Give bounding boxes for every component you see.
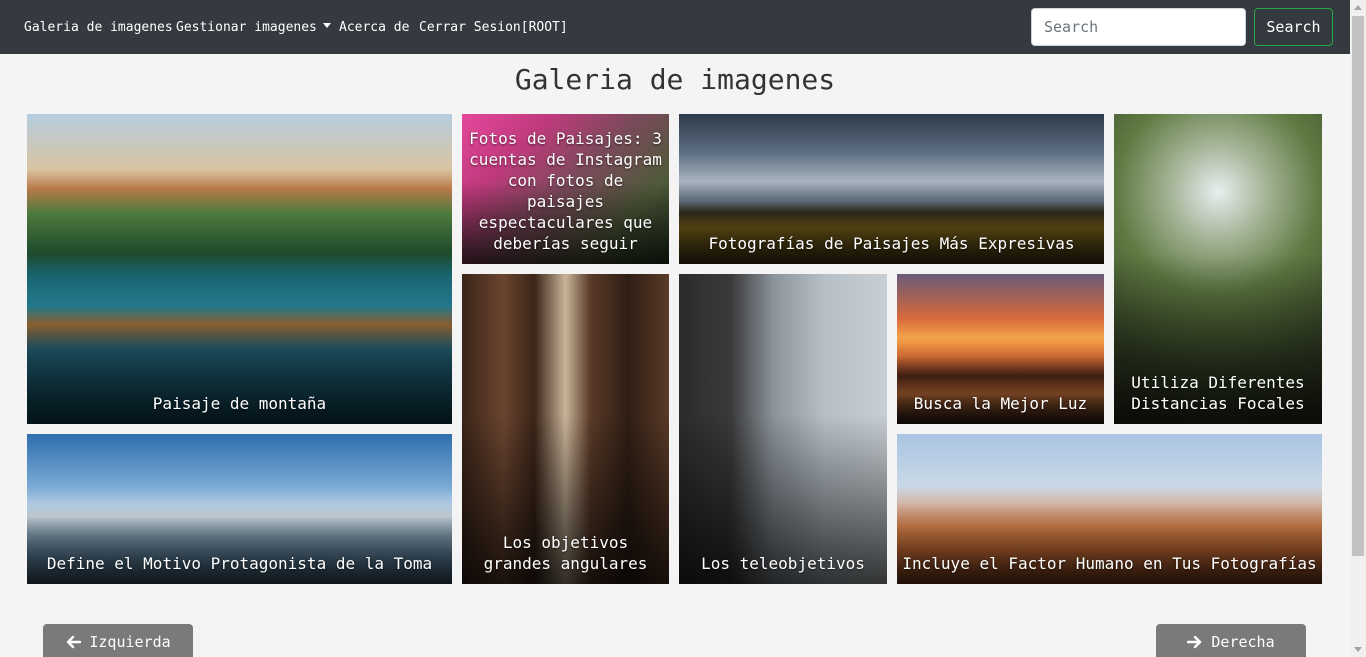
tile-caption: Define el Motivo Protagonista de la Toma <box>46 554 433 573</box>
tile-caption: Paisaje de montaña <box>152 394 327 413</box>
arrow-left-icon <box>67 635 82 649</box>
nav-link-cerrar-sesion[interactable]: Cerrar Sesion[ROOT] <box>419 19 568 37</box>
nav-dropdown-gestionar[interactable]: Gestionar imagenes <box>176 19 331 37</box>
gallery-tile[interactable]: Define el Motivo Protagonista de la Toma <box>27 434 452 584</box>
tile-caption: Los teleobjetivos <box>701 554 865 573</box>
search-input[interactable] <box>1031 8 1246 46</box>
next-button[interactable]: Derecha <box>1156 624 1306 657</box>
next-button-label: Derecha <box>1211 633 1275 651</box>
nav-dropdown-label: Gestionar imagenes <box>176 20 317 35</box>
scrollbar-thumb[interactable] <box>1352 16 1364 556</box>
previous-button[interactable]: Izquierda <box>43 624 193 657</box>
gallery-tile[interactable]: Los teleobjetivos <box>679 274 887 584</box>
nav-link-acerca[interactable]: Acerca de <box>339 19 409 37</box>
gallery-tile[interactable]: Incluye el Factor Humano en Tus Fotograf… <box>897 434 1322 584</box>
tile-caption: Fotos de Paisajes: 3 cuentas de Instagra… <box>469 129 662 253</box>
gallery-tile[interactable]: Busca la Mejor Luz <box>897 274 1104 424</box>
gallery-tile[interactable]: Los objetivos grandes angulares <box>462 274 669 584</box>
gallery-tile[interactable]: Fotos de Paisajes: 3 cuentas de Instagra… <box>462 114 669 264</box>
scroll-up-icon[interactable] <box>1354 5 1362 10</box>
chevron-down-icon <box>322 23 331 28</box>
tile-caption: Fotografías de Paisajes Más Expresivas <box>708 234 1075 253</box>
previous-button-label: Izquierda <box>89 633 171 651</box>
scroll-down-icon[interactable] <box>1354 647 1362 652</box>
nav-link-galeria[interactable]: Galeria de imagenes <box>24 19 173 37</box>
gallery-tile[interactable]: Paisaje de montaña <box>27 114 452 424</box>
tile-caption: Utiliza Diferentes Distancias Focales <box>1131 373 1305 413</box>
gallery-tile[interactable]: Fotografías de Paisajes Más Expresivas <box>679 114 1104 264</box>
arrow-right-icon <box>1187 635 1202 649</box>
tile-caption: Busca la Mejor Luz <box>913 394 1088 413</box>
tile-caption: Incluye el Factor Humano en Tus Fotograf… <box>902 554 1317 573</box>
search-button[interactable]: Search <box>1254 8 1333 46</box>
vertical-scrollbar[interactable] <box>1350 0 1366 657</box>
navbar: Galeria de imagenes Gestionar imagenes A… <box>0 0 1350 54</box>
page-title: Galeria de imagenes <box>514 63 836 96</box>
tile-caption: Los objetivos grandes angulares <box>483 533 648 573</box>
gallery-tile[interactable]: Utiliza Diferentes Distancias Focales <box>1114 114 1322 424</box>
